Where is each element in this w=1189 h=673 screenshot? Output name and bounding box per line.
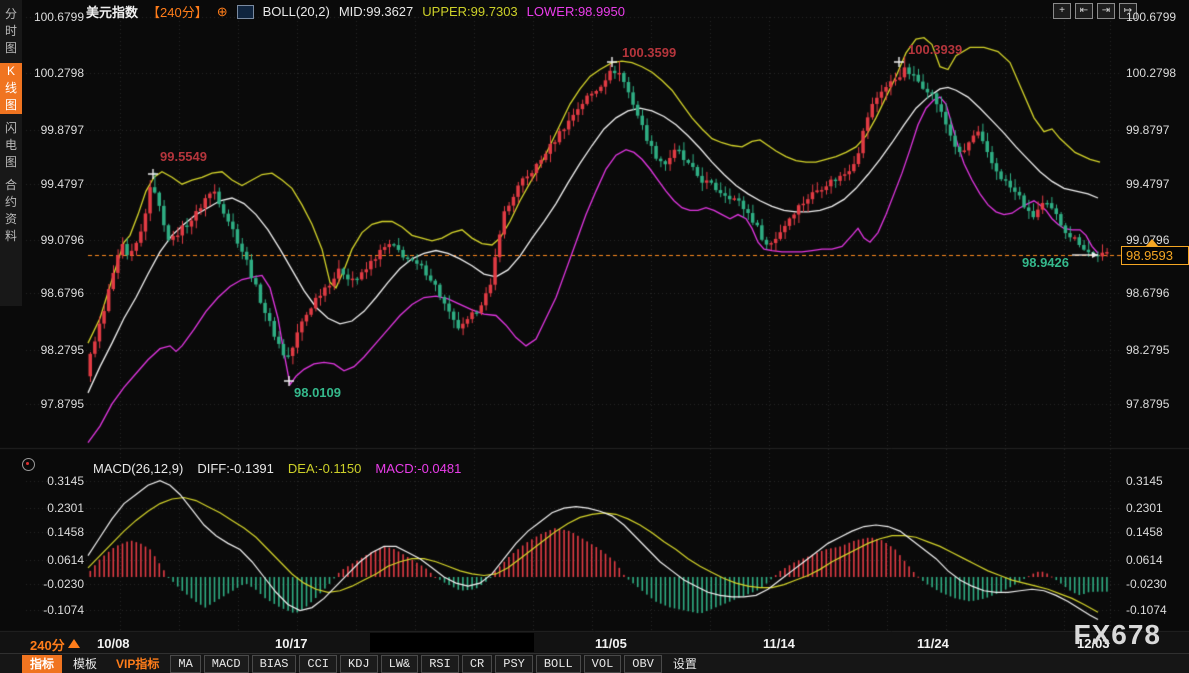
macd-header: MACD(26,12,9) DIFF:-0.1391 DEA:-0.1150 M… — [93, 461, 461, 476]
toolbar-tab-RSI[interactable]: RSI — [421, 655, 459, 673]
boll-upper-value: UPPER:99.7303 — [422, 4, 517, 19]
macd-axis-left: 0.3145 0.2301 0.1458 0.0614 -0.0230 -0.1074 — [0, 0, 84, 673]
chart-type-icon[interactable] — [237, 5, 254, 19]
toolbar-tab-KDJ[interactable]: KDJ — [340, 655, 378, 673]
axis-label: 0.1458 — [1126, 525, 1163, 539]
symbol-title: 美元指数 — [86, 2, 138, 21]
price-annotation: 100.3939 — [908, 42, 962, 57]
date-label: 10/08 — [97, 636, 130, 651]
toolbar-tab-CR[interactable]: CR — [462, 655, 492, 673]
toolbar-tab-VOL[interactable]: VOL — [584, 655, 622, 673]
timeframe-up-triangle-icon[interactable] — [68, 639, 80, 648]
price-annotation: 99.5549 — [160, 149, 207, 164]
axis-label: 0.0614 — [1126, 553, 1163, 567]
zoom-right-icon[interactable]: ⇥ — [1097, 3, 1115, 19]
chart-canvas[interactable] — [0, 0, 1189, 673]
axis-label: 0.0614 — [47, 553, 84, 567]
toolbar-tab-设置[interactable]: 设置 — [665, 655, 705, 673]
period-label[interactable]: 【240分】 — [147, 2, 208, 21]
macd-axis-right: 0.3145 0.2301 0.1458 0.0614 -0.0230 -0.1074 — [1124, 0, 1188, 673]
toolbar-tab-BIAS[interactable]: BIAS — [252, 655, 297, 673]
macd-dea-value: DEA:-0.1150 — [288, 461, 361, 476]
macd-macd-value: MACD:-0.0481 — [375, 461, 461, 476]
add-indicator-icon[interactable]: ⊕ — [217, 4, 228, 20]
toolbar-tab-模板[interactable]: 模板 — [65, 655, 105, 673]
toolbar-tab-MA[interactable]: MA — [170, 655, 200, 673]
price-annotation: 100.3599 — [622, 45, 676, 60]
boll-label: BOLL(20,2) — [263, 4, 330, 19]
toolbar-tab-OBV[interactable]: OBV — [624, 655, 662, 673]
toolbar-tab-指标[interactable]: 指标 — [22, 655, 62, 673]
axis-label: 0.3145 — [1126, 474, 1163, 488]
last-price-tag: 98.9593 — [1121, 246, 1189, 265]
price-annotation: 98.0109 — [294, 385, 341, 400]
toolbar-tab-LW&[interactable]: LW& — [381, 655, 419, 673]
timeframe-label[interactable]: 240分 — [30, 635, 65, 654]
watermark: FX678 — [1074, 619, 1162, 651]
toolbar-tab-CCI[interactable]: CCI — [299, 655, 337, 673]
axis-label: -0.1074 — [1126, 603, 1167, 617]
date-label: 11/14 — [763, 636, 795, 651]
date-label: 11/24 — [917, 636, 949, 651]
toolbar-tab-BOLL[interactable]: BOLL — [536, 655, 581, 673]
axis-label: -0.0230 — [1126, 577, 1167, 591]
zoom-left-icon[interactable]: ⇤ — [1075, 3, 1093, 19]
date-label: 11/05 — [595, 636, 627, 651]
toolbar-tab-PSY[interactable]: PSY — [495, 655, 533, 673]
macd-title: MACD(26,12,9) — [93, 461, 183, 476]
macd-diff-value: DIFF:-0.1391 — [197, 461, 274, 476]
crosshair-icon[interactable]: + — [1053, 3, 1071, 19]
axis-label: -0.0230 — [43, 577, 84, 591]
indicator-toolbar: 指标模板VIP指标MAMACDBIASCCIKDJLW&RSICRPSYBOLL… — [0, 653, 1189, 673]
axis-label: -0.1074 — [43, 603, 84, 617]
scroll-navigator[interactable] — [370, 633, 534, 652]
time-axis: 240分 10/0810/1711/0511/1411/2412/03 — [0, 632, 1189, 653]
axis-label: 0.2301 — [1126, 501, 1163, 515]
chart-header: 美元指数 【240分】 ⊕ BOLL(20,2) MID:99.3627 UPP… — [86, 2, 625, 21]
axis-label: 0.1458 — [47, 525, 84, 539]
axis-label: 0.3145 — [47, 474, 84, 488]
trading-app: 分时图K线图闪电图合约资料 美元指数 【240分】 ⊕ BOLL(20,2) M… — [0, 0, 1189, 673]
toolbar-tab-MACD[interactable]: MACD — [204, 655, 249, 673]
price-up-arrow-icon — [1146, 239, 1158, 246]
boll-mid-value: MID:99.3627 — [339, 4, 413, 19]
date-label: 10/17 — [275, 636, 308, 651]
boll-lower-value: LOWER:98.9950 — [527, 4, 625, 19]
toolbar-tab-VIP指标[interactable]: VIP指标 — [108, 655, 167, 673]
price-annotation: 98.9426 — [1022, 255, 1069, 270]
indicator-settings-icon[interactable] — [22, 458, 35, 471]
axis-label: 0.2301 — [47, 501, 84, 515]
